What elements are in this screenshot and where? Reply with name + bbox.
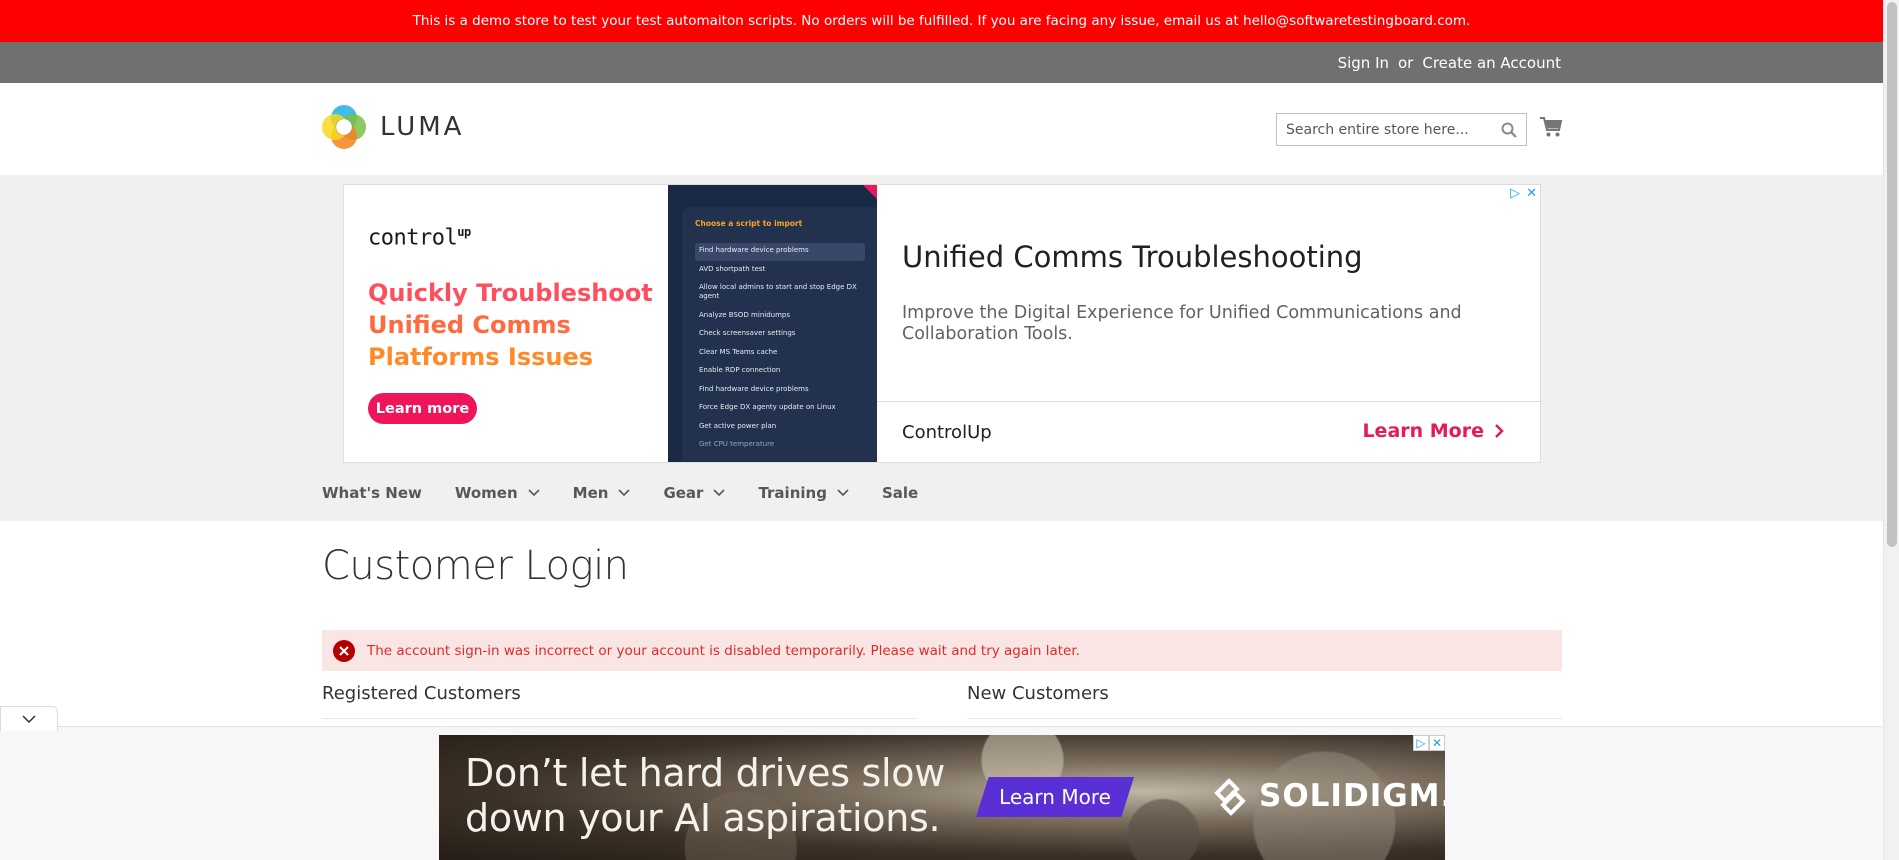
script-item: Allow local admins to start and stop Edg…: [699, 283, 857, 300]
script-item: Find hardware device problems: [699, 384, 809, 393]
luma-logo-icon: [322, 105, 366, 149]
nav-item-label: Men: [572, 484, 609, 502]
solidigm-ad-banner[interactable]: Don’t let hard drives slow down your AI …: [439, 735, 1445, 860]
or-separator: or: [1398, 53, 1414, 72]
search-input[interactable]: [1277, 114, 1487, 145]
chevron-down-icon: [22, 715, 36, 723]
bottom-ad-headline-line-1: Don’t let hard drives slow: [465, 751, 946, 795]
chevron-down-icon: [837, 489, 849, 497]
demo-notice-text: This is a demo store to test your test a…: [412, 13, 1471, 29]
controlup-ad-banner[interactable]: controlup Quickly Troubleshoot Unified C…: [343, 184, 1541, 463]
nav-item-training[interactable]: Training: [758, 484, 849, 502]
ad-screen-title: Choose a script to import: [695, 219, 803, 228]
nav-item-men[interactable]: Men: [573, 484, 631, 502]
page-title: Customer Login: [322, 543, 629, 589]
ad-script-screenshot: Choose a script to import Find hardware …: [668, 185, 877, 462]
script-item: Enable RDP connection: [699, 366, 781, 374]
nav-item-women[interactable]: Women: [455, 484, 540, 502]
sign-in-link[interactable]: Sign In: [1338, 54, 1389, 72]
script-item: Get active power plan: [699, 421, 777, 430]
close-icon[interactable]: ✕: [1429, 735, 1445, 751]
nav-item-sale[interactable]: Sale: [882, 484, 918, 502]
controlup-logo-sup: up: [457, 225, 471, 239]
create-account-link[interactable]: Create an Account: [1422, 54, 1561, 72]
ad-description: Improve the Digital Experience for Unifi…: [902, 303, 1462, 344]
logo-text: LUMA: [380, 112, 465, 142]
ad-advertiser-name: ControlUp: [902, 422, 992, 443]
page-scrollbar[interactable]: [1883, 0, 1899, 860]
error-message: The account sign-in was incorrect or you…: [322, 630, 1562, 671]
bottom-ad-choice-controls: ▷ ✕: [1413, 735, 1445, 751]
script-item: Analyze BSOD minidumps: [699, 310, 790, 319]
ad-learn-more-button[interactable]: Learn more: [368, 393, 477, 424]
registered-customers-heading: Registered Customers: [322, 683, 521, 704]
registered-customers-divider: [322, 718, 917, 719]
ad-title[interactable]: Unified Comms Troubleshooting: [902, 240, 1363, 274]
nav-item-label: Gear: [663, 484, 704, 502]
solidigm-logo-icon: [1214, 778, 1246, 816]
nav-item-whats-new[interactable]: What's New: [322, 484, 422, 502]
bottom-ad-headline-line-2: down your AI aspirations.: [465, 796, 941, 840]
ad-script-list: Find hardware device problems AVD shortp…: [695, 243, 865, 456]
bottom-ad-headline: Don’t let hard drives slow down your AI …: [465, 751, 945, 841]
ad-headline-line-2: Unified Comms: [368, 311, 571, 339]
search-box: [1276, 113, 1527, 146]
script-item: Force Edge DX agenty update on Linux: [699, 403, 836, 411]
main-navigation: What's New Women Men Gear Training Sale: [322, 482, 951, 504]
nav-item-label: Training: [758, 484, 827, 502]
ad-learn-more-link[interactable]: Learn More: [1362, 420, 1504, 442]
script-item: Clear MS Teams cache: [699, 347, 778, 356]
adchoices-icon[interactable]: ▷: [1510, 187, 1520, 201]
new-customers-divider: [967, 718, 1562, 719]
top-links-bar: Sign In or Create an Account: [0, 42, 1883, 83]
solidigm-logo: SOLIDIGM.: [1209, 775, 1445, 817]
solidigm-logo-text: SOLIDIGM.: [1259, 778, 1445, 814]
nav-item-label: What's New: [322, 484, 422, 502]
script-item: Get CPU temperature: [699, 440, 775, 448]
error-icon: [333, 639, 355, 662]
demo-notice-bar: This is a demo store to test your test a…: [0, 0, 1883, 42]
chevron-down-icon: [713, 489, 726, 497]
cart-icon[interactable]: [1539, 116, 1563, 138]
script-item: Find hardware device problems: [695, 243, 865, 261]
close-icon[interactable]: ✕: [1526, 187, 1537, 201]
ad-divider: [877, 401, 1540, 402]
nav-item-label: Sale: [881, 484, 919, 502]
controlup-logo-text: control: [368, 225, 458, 251]
scrollbar-thumb[interactable]: [1887, 2, 1897, 547]
luma-logo[interactable]: LUMA: [322, 105, 464, 149]
search-icon[interactable]: [1500, 121, 1518, 139]
script-item: AVD shortpath test: [699, 264, 766, 273]
controlup-logo: controlup: [368, 225, 471, 250]
collapse-ad-button[interactable]: [0, 706, 58, 731]
chevron-down-icon: [528, 489, 540, 497]
ad-headline: Quickly Troubleshoot Unified Comms Platf…: [368, 277, 658, 373]
script-item: Check screensaver settings: [699, 329, 796, 337]
adchoices-icon[interactable]: ▷: [1413, 735, 1429, 751]
nav-item-label: Women: [454, 484, 518, 502]
ad-and-nav-area: controlup Quickly Troubleshoot Unified C…: [0, 175, 1883, 521]
chevron-right-icon: [1495, 424, 1504, 438]
chevron-down-icon: [618, 489, 631, 497]
new-customers-heading: New Customers: [967, 683, 1109, 704]
ad-learn-more-label: Learn More: [1362, 420, 1484, 442]
nav-item-gear[interactable]: Gear: [663, 484, 726, 502]
ad-choice-controls: ▷ ✕: [1510, 187, 1537, 201]
ad-screen-corner: [863, 185, 877, 199]
site-header: LUMA: [0, 83, 1883, 175]
error-message-text: The account sign-in was incorrect or you…: [367, 642, 1080, 659]
bottom-ad-learn-more-button[interactable]: Learn More: [976, 777, 1134, 817]
ad-left-panel: controlup Quickly Troubleshoot Unified C…: [344, 185, 668, 462]
ad-right-panel: Unified Comms Troubleshooting Improve th…: [877, 185, 1540, 462]
ad-headline-line-3: Platforms Issues: [368, 343, 594, 371]
ad-headline-line-1: Quickly Troubleshoot: [368, 279, 653, 307]
